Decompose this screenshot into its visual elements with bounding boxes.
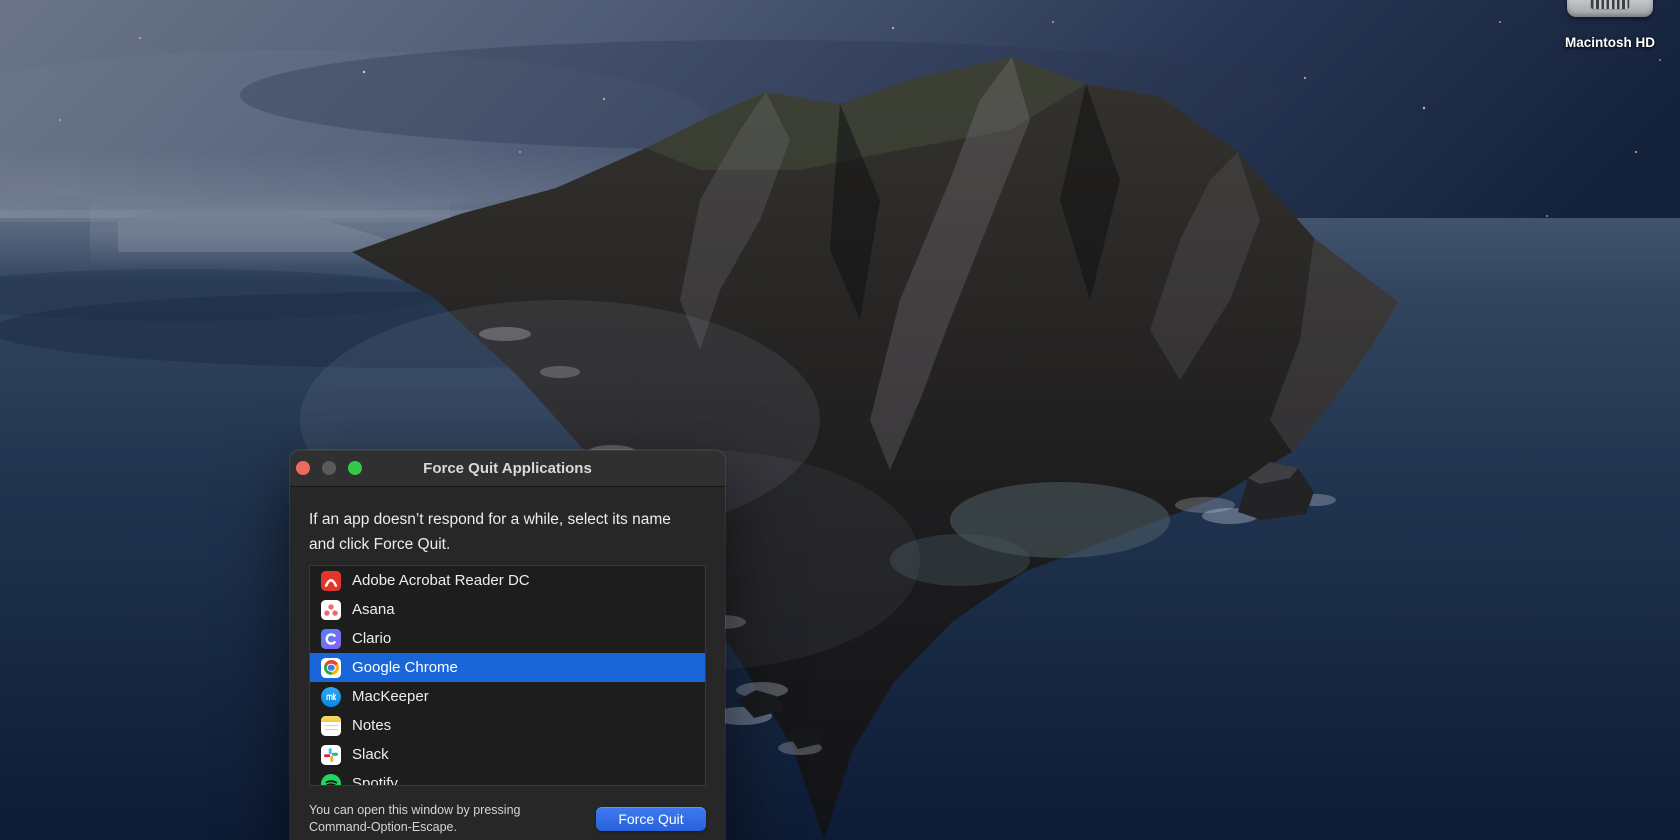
app-name: Clario (352, 630, 392, 647)
zoom-button[interactable] (348, 461, 362, 475)
drive-vent-grille (1591, 0, 1629, 9)
app-name: Spotify (352, 775, 398, 786)
app-row[interactable]: Asana (310, 595, 705, 624)
app-row[interactable]: Slack (310, 740, 705, 769)
macintosh-hd-icon[interactable]: Macintosh HD (1550, 0, 1670, 50)
close-button[interactable] (296, 461, 310, 475)
mackeeper-icon (321, 686, 341, 707)
app-name: Slack (352, 746, 389, 763)
adobe-acrobat-icon (321, 570, 341, 591)
app-row-selected[interactable]: Google Chrome (310, 653, 705, 682)
shortcut-hint-line1: You can open this window by pressing (309, 803, 521, 817)
instruction-text: If an app doesn’t respond for a while, s… (309, 511, 671, 553)
app-name: Google Chrome (352, 659, 458, 676)
wallpaper-catalina-night (0, 0, 1680, 840)
minimize-button[interactable] (322, 461, 336, 475)
app-name: MacKeeper (352, 688, 429, 705)
shortcut-hint-line2: Command-Option-Escape. (309, 820, 457, 834)
hard-drive-icon (1567, 0, 1653, 17)
app-name: Adobe Acrobat Reader DC (352, 572, 530, 589)
spotify-icon (321, 773, 341, 785)
app-row[interactable]: Notes (310, 711, 705, 740)
slack-icon (321, 744, 341, 765)
app-list[interactable]: Adobe Acrobat Reader DC Asana Clario Goo… (309, 565, 706, 786)
app-row[interactable]: Spotify (310, 769, 705, 786)
desktop: Macintosh HD Force Quit Applications If … (0, 0, 1680, 840)
shortcut-hint: You can open this window by pressing Com… (309, 802, 520, 836)
traffic-lights (296, 461, 362, 475)
asana-icon (321, 599, 341, 620)
force-quit-button[interactable]: Force Quit (596, 807, 706, 831)
app-row[interactable]: Clario (310, 624, 705, 653)
volume-label: Macintosh HD (1564, 35, 1655, 50)
app-name: Asana (352, 601, 395, 618)
app-row[interactable]: Adobe Acrobat Reader DC (310, 566, 705, 595)
app-row[interactable]: MacKeeper (310, 682, 705, 711)
window-footer: You can open this window by pressing Com… (309, 802, 706, 836)
force-quit-window: Force Quit Applications If an app doesn’… (290, 450, 725, 840)
clario-icon (321, 628, 341, 649)
google-chrome-icon (321, 657, 341, 678)
app-name: Notes (352, 717, 392, 734)
notes-icon (321, 715, 341, 736)
window-titlebar[interactable]: Force Quit Applications (290, 450, 725, 487)
